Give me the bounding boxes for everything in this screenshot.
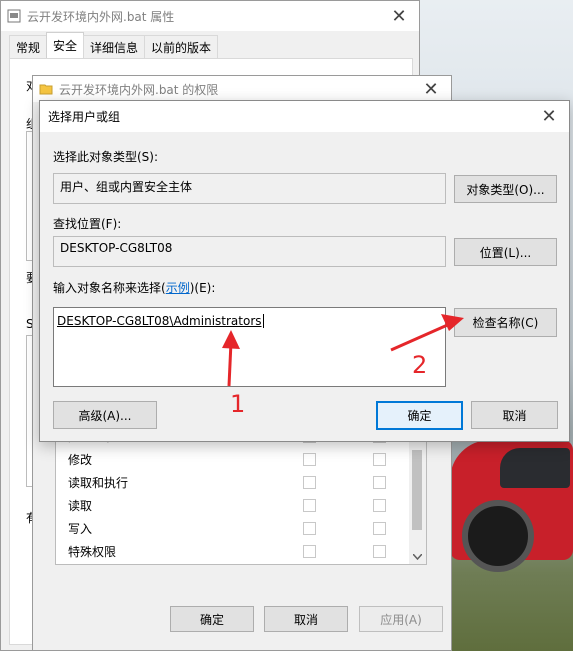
tab-details[interactable]: 详细信息 [83,35,146,58]
properties-tabs: 常规 安全 详细信息 以前的版本 [9,32,219,58]
allow-checkbox[interactable] [303,522,316,535]
step-1-number: 1 [230,390,246,418]
object-type-label: 选择此对象类型(S): [53,150,159,164]
deny-checkbox[interactable] [373,476,386,489]
select-dialog-title: 选择用户或组 [48,110,121,124]
select-dialog-titlebar: 选择用户或组 ✕ [40,101,569,132]
permission-label: 写入 [68,522,93,536]
list-item: 写入 [68,517,408,539]
advanced-button[interactable]: 高级(A)... [53,401,157,429]
list-item: 特殊权限 [68,540,408,562]
check-names-button[interactable]: 检查名称(C) [454,308,557,337]
permission-label: 修改 [68,453,93,467]
close-icon[interactable]: ✕ [529,101,569,132]
tab-general[interactable]: 常规 [9,35,48,58]
deny-checkbox[interactable] [373,522,386,535]
close-icon[interactable]: ✕ [411,76,451,102]
deny-checkbox[interactable] [373,545,386,558]
list-item: 读取和执行 [68,471,408,493]
car-wheel-image [462,500,534,572]
allow-checkbox[interactable] [303,453,316,466]
close-icon[interactable]: ✕ [379,1,419,31]
permissions-titlebar: 云开发环境内外网.bat 的权限 ✕ [33,76,451,102]
tab-security[interactable]: 安全 [46,32,85,58]
allow-checkbox[interactable] [303,476,316,489]
list-item: 修改 [68,448,408,470]
examples-link[interactable]: 示例 [166,281,190,295]
folder-icon [39,84,53,95]
list-item: 读取 [68,494,408,516]
vertical-scrollbar[interactable] [409,432,426,564]
apply-button[interactable]: 应用(A) [359,606,443,632]
object-names-label-prefix: 输入对象名称来选择( [53,281,166,295]
car-window-image [500,448,570,488]
chevron-down-icon[interactable] [413,554,422,560]
properties-title: 云开发环境内外网.bat 属性 [27,9,175,24]
object-names-input[interactable]: DESKTOP-CG8LT08\Administrators [53,307,446,387]
step-2-number: 2 [412,351,428,379]
scroll-thumb[interactable] [412,450,422,530]
ok-button[interactable]: 确定 [170,606,254,632]
locations-button[interactable]: 位置(L)... [454,238,557,266]
object-types-button[interactable]: 对象类型(O)... [454,175,557,203]
allow-checkbox[interactable] [303,499,316,512]
object-type-field: 用户、组或内置安全主体 [53,173,446,204]
tab-previous-versions[interactable]: 以前的版本 [144,35,219,58]
select-users-dialog: 选择用户或组 ✕ 选择此对象类型(S): 用户、组或内置安全主体 对象类型(O)… [39,100,570,442]
permission-label: 读取和执行 [68,476,129,490]
deny-checkbox[interactable] [373,453,386,466]
location-label: 查找位置(F): [53,217,122,231]
ok-button[interactable]: 确定 [376,401,463,430]
cancel-button[interactable]: 取消 [264,606,348,632]
location-field: DESKTOP-CG8LT08 [53,236,446,267]
deny-checkbox[interactable] [373,499,386,512]
permissions-title: 云开发环境内外网.bat 的权限 [59,82,219,97]
permissions-list: 完全控制 修改 读取和执行 读取 写入 特殊权限 [55,431,427,565]
allow-checkbox[interactable] [303,545,316,558]
permission-label: 读取 [68,499,93,513]
object-names-label: 输入对象名称来选择(示例)(E): [53,279,215,296]
permission-label: 特殊权限 [68,545,117,559]
cancel-button[interactable]: 取消 [471,401,558,429]
object-names-value: DESKTOP-CG8LT08\Administrators [57,314,264,328]
object-names-label-suffix: )(E): [189,281,216,295]
properties-titlebar: 云开发环境内外网.bat 属性 ✕ [1,1,419,31]
batch-file-icon [7,9,21,23]
